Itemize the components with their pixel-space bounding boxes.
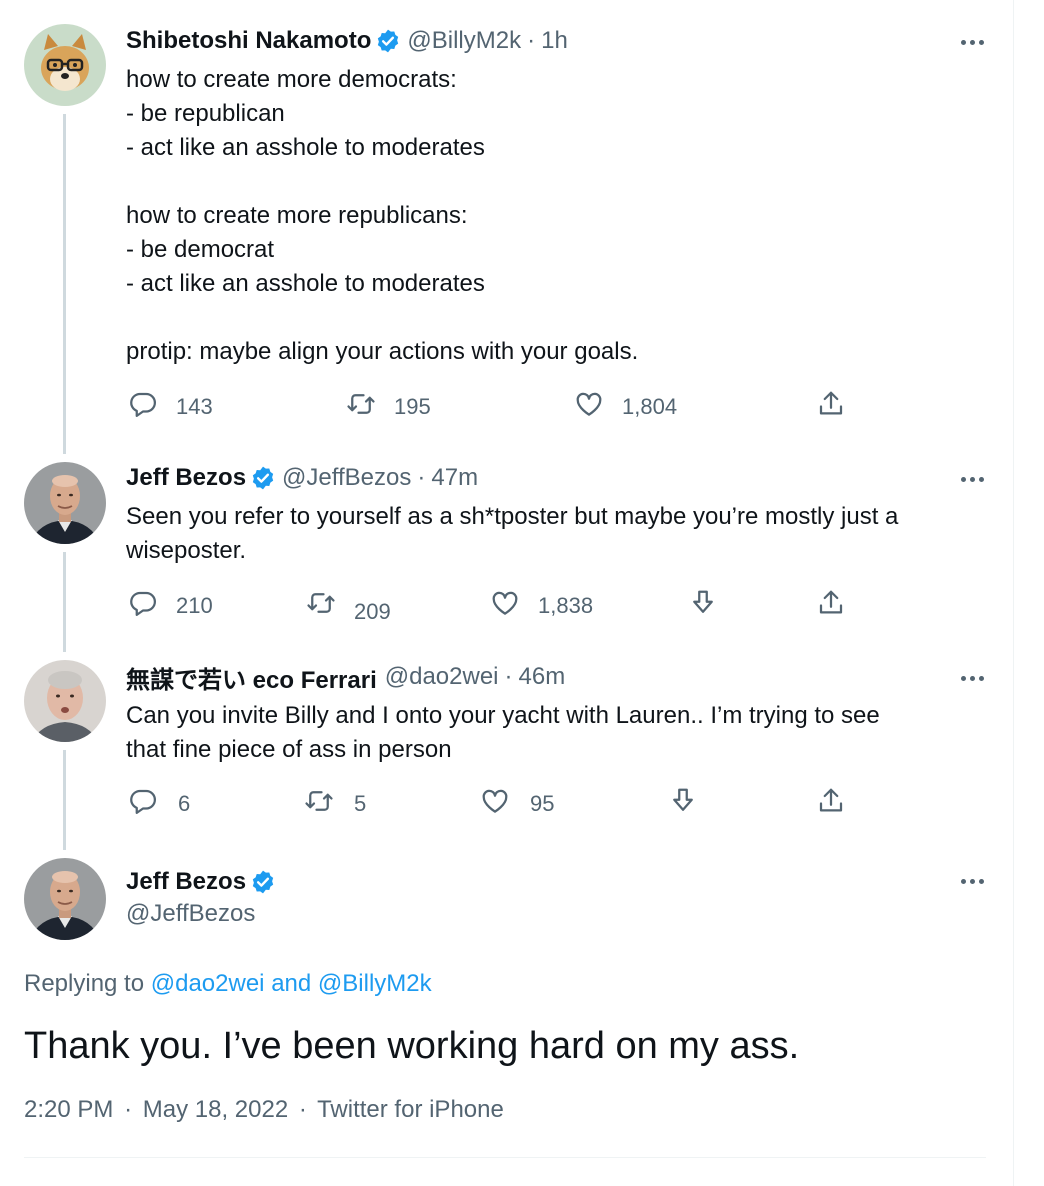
reply-count: 6 <box>178 791 191 816</box>
author-handle[interactable]: @dao2wei <box>385 663 499 691</box>
reply-icon <box>128 786 158 822</box>
retweet-count: 209 <box>354 599 391 624</box>
thread-line <box>63 552 66 652</box>
tip-icon <box>668 786 698 822</box>
more-icon[interactable] <box>952 871 992 891</box>
retweet-button[interactable]: 195 <box>346 390 431 424</box>
avatar-shibetoshi[interactable] <box>24 24 106 106</box>
like-count: 95 <box>530 791 555 816</box>
retweet-button[interactable]: 5 <box>304 787 366 821</box>
separator: · <box>298 1096 307 1123</box>
author-name[interactable]: Shibetoshi Nakamoto <box>126 27 371 55</box>
verified-badge-icon <box>250 869 276 895</box>
retweet-count: 5 <box>354 791 367 816</box>
reply-count: 210 <box>176 593 213 618</box>
tweet-timestamp[interactable]: 2:20 PM <box>24 1096 113 1123</box>
author-handle[interactable]: @BillyM2k <box>407 27 521 55</box>
tweet-header: Shibetoshi Nakamoto @BillyM2k · 1h <box>126 26 568 56</box>
share-icon <box>816 389 846 425</box>
tip-icon <box>688 588 718 624</box>
avatar-dao2wei[interactable] <box>24 660 106 742</box>
reply-icon <box>128 588 158 624</box>
reply-icon <box>128 389 158 425</box>
reply-button[interactable]: 210 <box>128 589 213 623</box>
separator: · <box>124 1096 133 1123</box>
author-handle[interactable]: @JeffBezos <box>282 464 411 492</box>
retweet-button[interactable]: 209 <box>306 593 391 629</box>
retweet-count: 195 <box>394 394 431 419</box>
tweet-header: 無謀で若い eco Ferrari @dao2wei · 46m <box>126 660 566 695</box>
like-button[interactable]: 1,804 <box>574 390 677 424</box>
author-name[interactable]: 無謀で若い eco Ferrari <box>126 660 377 695</box>
avatar-jeff-bezos[interactable] <box>24 858 106 940</box>
focused-author: Jeff Bezos <box>126 866 282 898</box>
like-icon <box>480 786 510 822</box>
thread-line <box>63 114 66 454</box>
separator: · <box>527 27 536 54</box>
tip-button[interactable] <box>668 787 698 821</box>
verified-badge-icon <box>250 465 276 491</box>
reply-button[interactable]: 143 <box>128 390 213 424</box>
tweet-meta: 2:20 PM · May 18, 2022 · Twitter for iPh… <box>24 1096 504 1124</box>
like-button[interactable]: 1,838 <box>490 589 593 623</box>
tweet-header: Jeff Bezos @JeffBezos · 47m <box>126 463 478 493</box>
replying-to: Replying to @dao2wei and @BillyM2k <box>24 970 432 998</box>
tweet-text: Seen you refer to yourself as a sh*tpost… <box>126 503 899 564</box>
verified-badge-icon <box>375 28 401 54</box>
tweet-time[interactable]: 46m <box>519 663 566 691</box>
author-handle[interactable]: @JeffBezos <box>126 900 255 928</box>
more-icon[interactable] <box>952 32 992 52</box>
tweet-text: how to create more democrats: - be repub… <box>126 66 639 365</box>
mention-conjunction[interactable]: and <box>271 970 311 997</box>
mention-link[interactable]: @BillyM2k <box>318 970 432 997</box>
more-icon[interactable] <box>952 469 992 489</box>
separator: · <box>417 464 426 491</box>
share-button[interactable] <box>816 787 846 821</box>
retweet-icon <box>306 588 336 624</box>
mention-link[interactable]: @dao2wei <box>151 970 265 997</box>
more-icon[interactable] <box>952 668 992 688</box>
like-count: 1,838 <box>538 593 594 618</box>
reply-button[interactable]: 6 <box>128 787 190 821</box>
retweet-icon <box>304 786 334 822</box>
share-icon <box>816 786 846 822</box>
avatar-jeff-bezos[interactable] <box>24 462 106 544</box>
share-icon <box>816 588 846 624</box>
focused-tweet-text: Thank you. I’ve been working hard on my … <box>24 1025 800 1067</box>
tweet-text: Can you invite Billy and I onto your yac… <box>126 702 880 763</box>
like-icon <box>490 588 520 624</box>
divider <box>24 1157 986 1158</box>
like-count: 1,804 <box>622 394 678 419</box>
thread-line <box>63 750 66 850</box>
tweet-source[interactable]: Twitter for iPhone <box>317 1096 504 1123</box>
author-name[interactable]: Jeff Bezos <box>126 464 246 492</box>
separator: · <box>504 663 513 690</box>
author-name[interactable]: Jeff Bezos <box>126 868 246 896</box>
replying-prefix: Replying to <box>24 970 145 997</box>
tweet-date[interactable]: May 18, 2022 <box>143 1096 288 1123</box>
reply-count: 143 <box>176 394 213 419</box>
share-button[interactable] <box>816 589 846 623</box>
like-button[interactable]: 95 <box>480 787 554 821</box>
tweet-time[interactable]: 47m <box>431 464 478 492</box>
like-icon <box>574 389 604 425</box>
retweet-icon <box>346 389 376 425</box>
column-border <box>1013 0 1014 1186</box>
share-button[interactable] <box>816 390 846 424</box>
tip-button[interactable] <box>688 589 718 623</box>
tweet-time[interactable]: 1h <box>541 27 568 55</box>
